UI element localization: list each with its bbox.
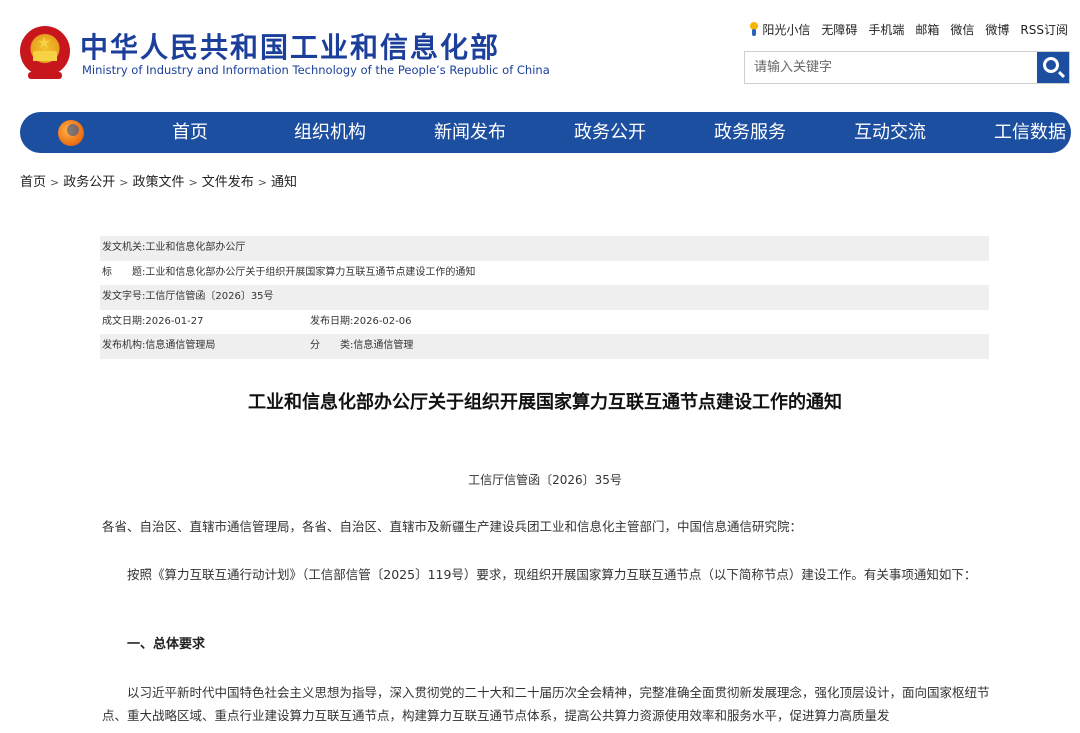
category-value: 信息通信管理 [353,340,414,351]
doc-number-value: 工信厅信管函〔2026〕35号 [145,291,274,302]
written-date-value: 2026-01-27 [145,315,204,327]
nav-item-data[interactable]: 工信数据 [960,112,1080,153]
nav-item-news[interactable]: 新闻发布 [400,112,540,153]
meta-row-publisher: 发布机构:信息通信管理局 分 类:信息通信管理 [100,334,989,359]
search-button[interactable] [1037,52,1069,83]
document-metadata: 发文机关:工业和信息化部办公厅 标 题:工业和信息化部办公厅关于组织开展国家算力… [100,236,989,359]
publisher-label: 发布机构: [102,340,146,351]
breadcrumb: 首页 > 政务公开 > 政策文件 > 文件发布 > 通知 [20,171,297,190]
title-label: 标 题: [102,266,146,278]
meta-row-doc-number: 发文字号:工信厅信管函〔2026〕35号 [100,285,989,310]
meta-row-dates: 成文日期:2026-01-27 发布日期:2026-02-06 [100,310,989,335]
main-nav: 首页 组织机构 新闻发布 政务公开 政务服务 互动交流 工信数据 [20,112,1071,153]
breadcrumb-separator: > [188,176,198,189]
meta-row-title: 标 题:工业和信息化部办公厅关于组织开展国家算力互联互通节点建设工作的通知 [100,261,989,286]
national-emblem-icon[interactable]: ★ [20,26,70,80]
accessibility-link[interactable]: 无障碍 [821,21,857,38]
sunshine-link[interactable]: 阳光小信 [749,21,810,38]
article-intro: 按照《算力互联互通行动计划》（工信部信管〔2025〕119号）要求，现组织开展国… [127,567,977,582]
section-body: 以习近平新时代中国特色社会主义思想为指导，深入贯彻党的二十大和二十届历次全会精神… [102,685,990,723]
publisher-value: 信息通信管理局 [145,340,216,351]
nav-item-interaction[interactable]: 互动交流 [820,112,960,153]
mailbox-link[interactable]: 邮箱 [915,21,939,38]
site-title[interactable]: 中华人民共和国工业和信息化部 [80,26,500,66]
meta-row-issuer: 发文机关:工业和信息化部办公厅 [100,236,989,261]
issuer-value: 工业和信息化部办公厅 [145,242,246,253]
top-links: 阳光小信 无障碍 手机端 邮箱 微信 微博 RSS订阅 [749,21,1068,38]
breadcrumb-government-affairs[interactable]: 政务公开 [63,175,115,190]
publish-date-label: 发布日期: [310,315,354,327]
nav-item-organization[interactable]: 组织机构 [260,112,400,153]
nav-items: 首页 组织机构 新闻发布 政务公开 政务服务 互动交流 工信数据 [120,112,1080,153]
search-box [744,51,1070,84]
emblem-gate [33,51,57,61]
category-label: 分 类: [310,340,354,351]
written-date-label: 成文日期: [102,315,146,327]
mobile-link[interactable]: 手机端 [868,21,904,38]
breadcrumb-separator: > [119,176,129,189]
emblem-ribbon [28,72,62,79]
section-heading: 一、总体要求 [127,637,206,652]
rss-link[interactable]: RSS订阅 [1020,21,1068,38]
breadcrumb-separator: > [257,176,267,189]
nav-item-government-affairs[interactable]: 政务公开 [540,112,680,153]
breadcrumb-separator: > [50,176,60,189]
nav-logo-icon [58,120,84,146]
publish-date: 发布日期:2026-02-06 [310,310,412,335]
site-subtitle[interactable]: Ministry of Industry and Information Tec… [82,63,550,77]
nav-item-home[interactable]: 首页 [120,112,260,153]
article-title: 工业和信息化部办公厅关于组织开展国家算力互联互通节点建设工作的通知 [248,392,842,413]
weibo-link[interactable]: 微博 [985,21,1009,38]
sunshine-icon [749,22,759,36]
search-icon [1043,57,1059,73]
sunshine-link-label: 阳光小信 [762,23,811,37]
wechat-link[interactable]: 微信 [950,21,974,38]
search-input[interactable] [745,52,1035,83]
site-header: ★ 中华人民共和国工业和信息化部 Ministry of Industry an… [0,0,1080,110]
nav-item-services[interactable]: 政务服务 [680,112,820,153]
issuer-label: 发文机关: [102,242,146,253]
breadcrumb-policy-documents[interactable]: 政策文件 [132,175,184,190]
publish-date-value: 2026-02-06 [353,315,412,327]
category: 分 类:信息通信管理 [310,334,413,359]
title-value: 工业和信息化部办公厅关于组织开展国家算力互联互通节点建设工作的通知 [145,266,476,278]
breadcrumb-notice[interactable]: 通知 [271,175,297,190]
article-recipients: 各省、自治区、直辖市通信管理局，各省、自治区、直辖市及新疆生产建设兵团工业和信息… [102,519,803,534]
article-doc-number: 工信厅信管函〔2026〕35号 [468,473,622,487]
breadcrumb-document-release[interactable]: 文件发布 [202,175,254,190]
doc-number-label: 发文字号: [102,291,146,302]
breadcrumb-home[interactable]: 首页 [20,175,46,190]
emblem-star-icon: ★ [37,33,52,52]
